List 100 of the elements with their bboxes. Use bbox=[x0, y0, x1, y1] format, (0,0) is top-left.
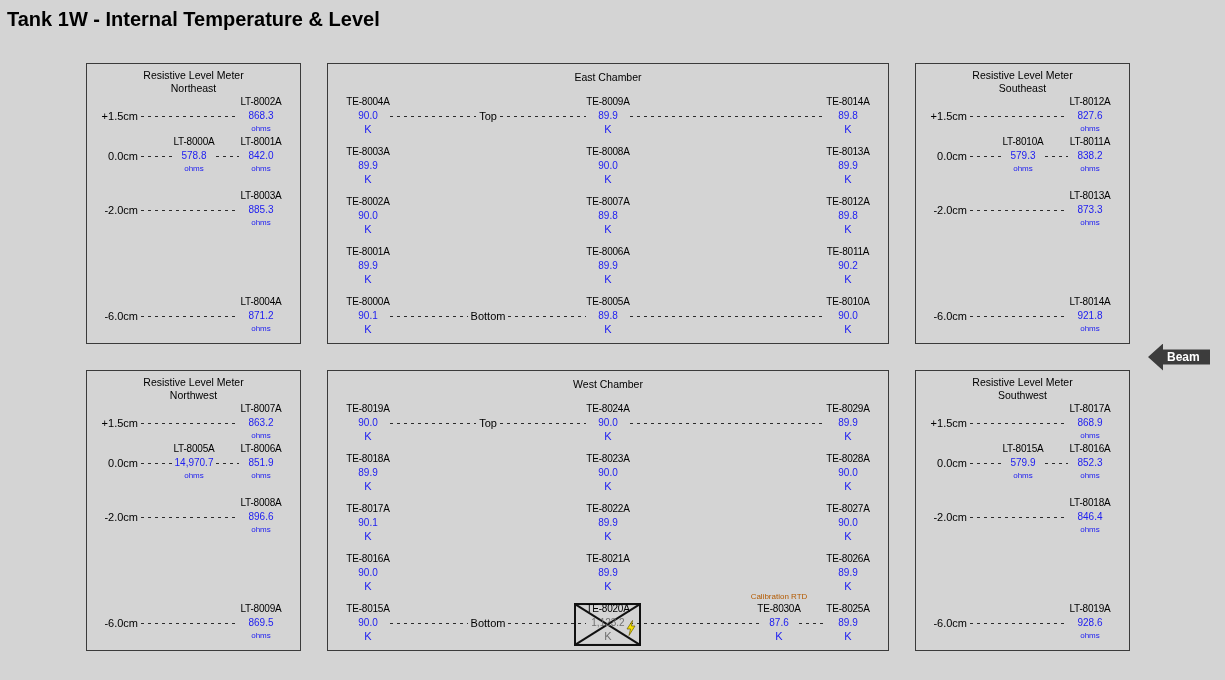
sensor-tag: LT-8001A bbox=[240, 135, 282, 149]
unit-label: ohms bbox=[1080, 630, 1100, 641]
panel-title: East Chamber bbox=[574, 70, 642, 84]
depth-label: +1.5cm bbox=[930, 416, 967, 430]
unit-label: K bbox=[844, 430, 852, 443]
unit-label: ohms bbox=[1013, 470, 1033, 481]
unit-label: K bbox=[364, 430, 372, 443]
sensor-value: 87.6 bbox=[769, 616, 789, 630]
unit-label: K bbox=[604, 223, 612, 236]
sensor-value: 89.8 bbox=[838, 209, 858, 223]
unit-label: K bbox=[844, 530, 852, 543]
unit-label: ohms bbox=[251, 430, 271, 441]
unit-label: ohms bbox=[1080, 470, 1100, 481]
unit-label: ohms bbox=[1080, 323, 1100, 334]
sensor-tag: TE-8017A bbox=[346, 502, 390, 516]
sensor-tag: LT-8015A bbox=[1002, 442, 1044, 456]
sensor-tag: TE-8001A bbox=[346, 245, 390, 259]
sensor-value: 89.9 bbox=[838, 566, 858, 580]
sensor-tag: TE-8024A bbox=[586, 402, 630, 416]
unit-label: K bbox=[844, 223, 852, 236]
unit-label: K bbox=[844, 123, 852, 136]
sensor-value: 921.8 bbox=[1077, 309, 1103, 323]
sensor-value: 89.8 bbox=[598, 309, 618, 323]
depth-label: -2.0cm bbox=[933, 203, 967, 217]
unit-label: K bbox=[364, 273, 372, 286]
depth-label: +1.5cm bbox=[930, 109, 967, 123]
depth-label: -2.0cm bbox=[933, 510, 967, 524]
sensor-tag: TE-8014A bbox=[826, 95, 870, 109]
sensor-tag: TE-8023A bbox=[586, 452, 630, 466]
depth-label: 0.0cm bbox=[937, 456, 967, 470]
depth-label: 0.0cm bbox=[108, 149, 138, 163]
unit-label: K bbox=[844, 580, 852, 593]
depth-label: 0.0cm bbox=[108, 456, 138, 470]
unit-label: K bbox=[364, 173, 372, 186]
depth-label: +1.5cm bbox=[101, 416, 138, 430]
sensor-value: 873.3 bbox=[1077, 203, 1103, 217]
sensor-value: 90.0 bbox=[838, 309, 858, 323]
unit-label: K bbox=[364, 480, 372, 493]
panel-subtitle: Northeast bbox=[170, 82, 217, 95]
sensor-value: 846.4 bbox=[1077, 510, 1103, 524]
sensor-tag: TE-8009A bbox=[586, 95, 630, 109]
depth-label: -6.0cm bbox=[104, 616, 138, 630]
unit-label: ohms bbox=[184, 163, 204, 174]
sensor-tag: TE-8016A bbox=[346, 552, 390, 566]
sensor-tag: LT-8000A bbox=[173, 135, 215, 149]
sensor-tag: TE-8004A bbox=[346, 95, 390, 109]
depth-label: -6.0cm bbox=[933, 309, 967, 323]
sensor-value: 89.8 bbox=[598, 209, 618, 223]
sensor-value: 14,970.7 bbox=[174, 456, 214, 470]
unit-label: ohms bbox=[1080, 123, 1100, 134]
depth-label: -6.0cm bbox=[933, 616, 967, 630]
sensor-value: 90.1 bbox=[358, 516, 378, 530]
sensor-value: 579.9 bbox=[1010, 456, 1036, 470]
sensor-value: 869.5 bbox=[248, 616, 274, 630]
sensor-tag: TE-8008A bbox=[586, 145, 630, 159]
level-line-label: Top bbox=[478, 109, 498, 124]
sensor-value: 827.6 bbox=[1077, 109, 1103, 123]
sensor-value: 868.9 bbox=[1077, 416, 1103, 430]
sensor-tag: LT-8016A bbox=[1069, 442, 1111, 456]
sensor-value: 90.0 bbox=[838, 466, 858, 480]
sensor-value: 852.3 bbox=[1077, 456, 1103, 470]
sensor-tag: TE-8012A bbox=[826, 195, 870, 209]
panel-title: Resistive Level Meter bbox=[143, 69, 244, 82]
panel-subtitle: Southwest bbox=[998, 389, 1047, 402]
unit-label: K bbox=[604, 323, 612, 336]
sensor-value: 89.9 bbox=[358, 466, 378, 480]
sensor-tag: TE-8019A bbox=[346, 402, 390, 416]
level-line-label: Top bbox=[478, 416, 498, 431]
sensor-value: 868.3 bbox=[248, 109, 274, 123]
sensor-tag: LT-8006A bbox=[240, 442, 282, 456]
sensor-tag: LT-8012A bbox=[1069, 95, 1111, 109]
sensor-tag: TE-8015A bbox=[346, 602, 390, 616]
sensor-value: 90.0 bbox=[598, 466, 618, 480]
unit-label: ohms bbox=[251, 524, 271, 535]
sensor-value: 928.6 bbox=[1077, 616, 1103, 630]
unit-label: K bbox=[604, 630, 612, 643]
unit-label: K bbox=[844, 480, 852, 493]
sensor-tag: TE-8030A bbox=[757, 602, 801, 616]
sensor-value: 896.6 bbox=[248, 510, 274, 524]
sensor-value: 579.3 bbox=[1010, 149, 1036, 163]
sensor-value: 90.0 bbox=[358, 416, 378, 430]
unit-label: K bbox=[604, 173, 612, 186]
sensor-tag: TE-8026A bbox=[826, 552, 870, 566]
sensor-value: 89.8 bbox=[838, 109, 858, 123]
sensor-tag: LT-8013A bbox=[1069, 189, 1111, 203]
unit-label: K bbox=[364, 530, 372, 543]
sensor-value: 89.9 bbox=[358, 259, 378, 273]
sensor-tag: TE-8006A bbox=[586, 245, 630, 259]
sensor-tag: LT-8002A bbox=[240, 95, 282, 109]
sensor-value: 89.9 bbox=[838, 416, 858, 430]
sensor-value: 578.8 bbox=[181, 149, 207, 163]
unit-label: K bbox=[844, 630, 852, 643]
sensor-value: 89.9 bbox=[598, 109, 618, 123]
sensor-tag: LT-8003A bbox=[240, 189, 282, 203]
sensor-value: 89.9 bbox=[838, 616, 858, 630]
sensor-value: 90.1 bbox=[358, 309, 378, 323]
sensor-tag: TE-8025A bbox=[826, 602, 870, 616]
unit-label: ohms bbox=[1080, 430, 1100, 441]
sensor-tag: TE-8007A bbox=[586, 195, 630, 209]
panel-subtitle: Southeast bbox=[998, 82, 1047, 95]
